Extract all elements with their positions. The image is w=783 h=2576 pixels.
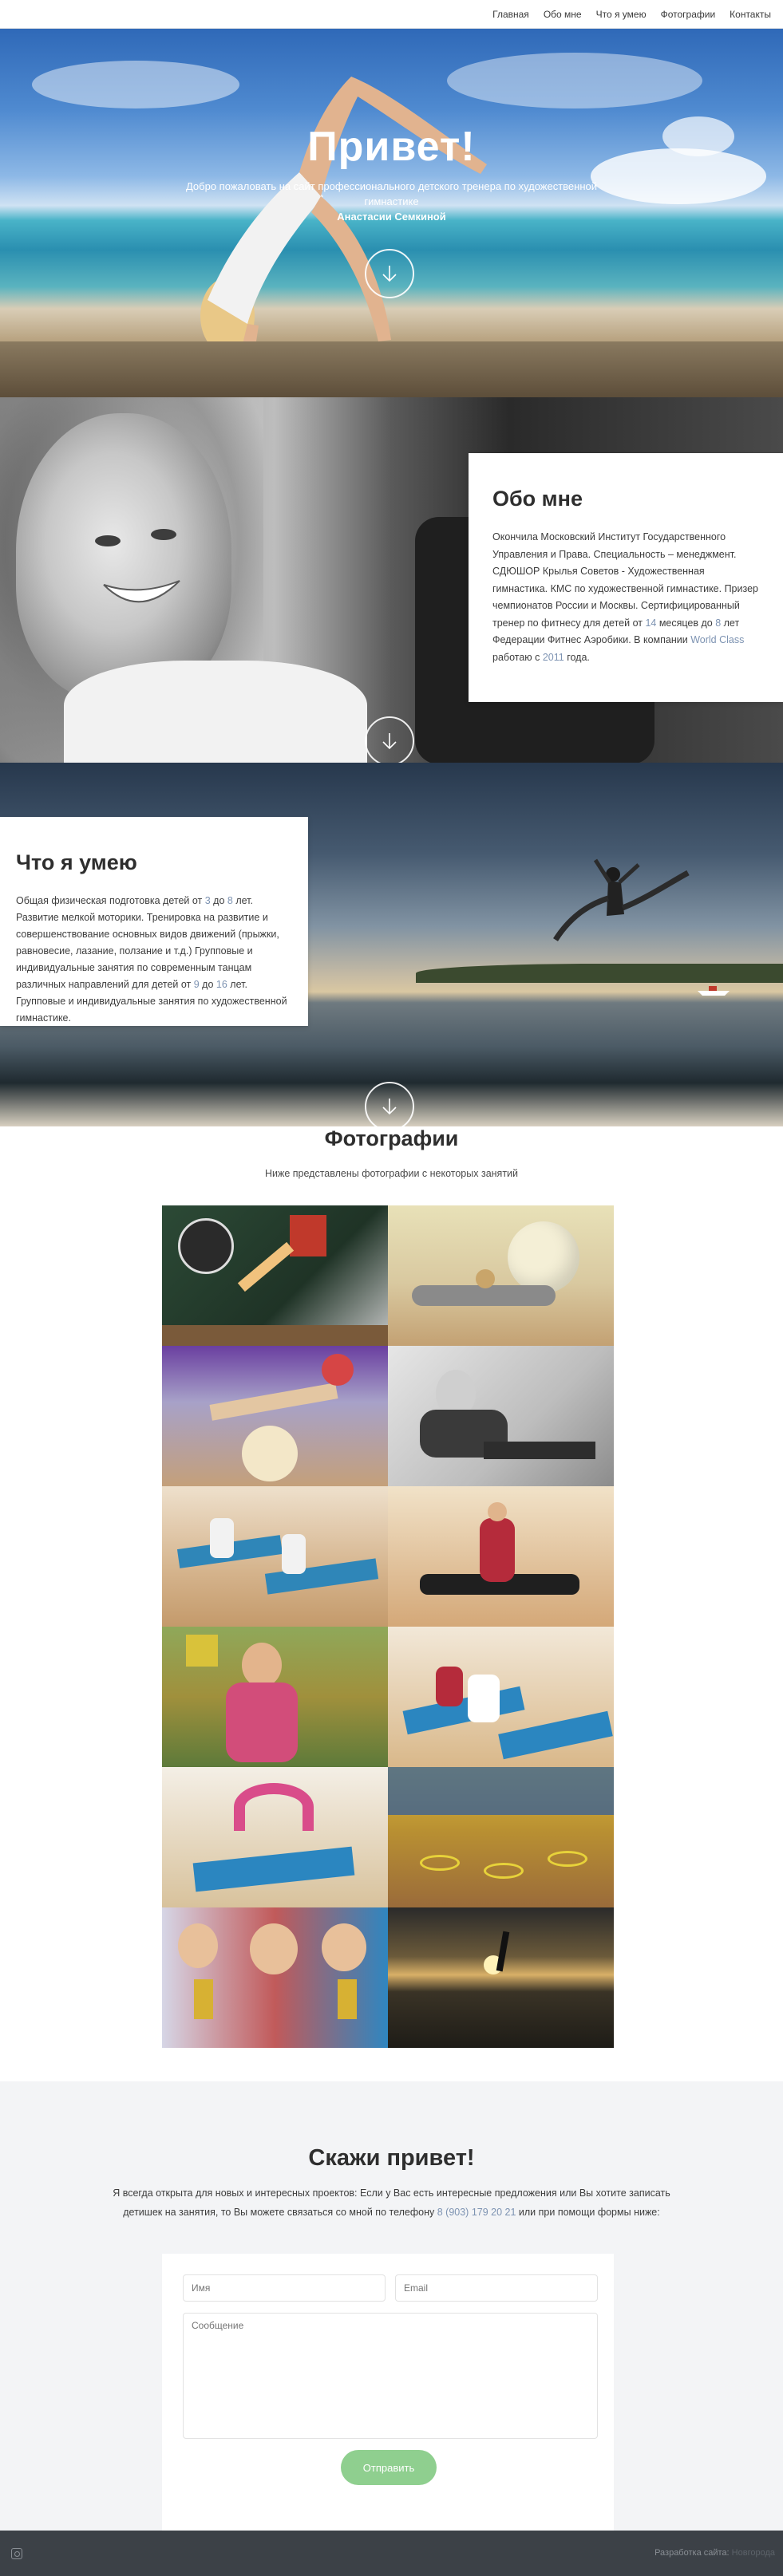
hero-trainer-name: Анастасии Семкиной [337, 211, 446, 223]
skills-title: Что я умею [16, 850, 137, 874]
photo-grid [162, 1205, 614, 2048]
photo-kids-mats[interactable] [162, 1486, 388, 1627]
name-field[interactable] [183, 2274, 386, 2302]
photo-kids-split-mats[interactable] [388, 1627, 614, 1767]
contact-phone[interactable]: 8 (903) 179 20 21 [437, 2207, 516, 2218]
contact-text: Я всегда открыта для новых и интересных … [113, 2187, 670, 2218]
about-smile [95, 529, 180, 603]
photo-trainer-sitting[interactable] [388, 1346, 614, 1486]
skills-boat [698, 986, 730, 996]
arrow-down-icon [382, 733, 397, 750]
skills-section: Что я умею Общая физическая подготовка д… [0, 763, 783, 1126]
arrow-down-icon [382, 1099, 397, 1115]
about-section: Обо мне Окончила Московский Институт Гос… [0, 397, 783, 763]
top-navbar: Главная Обо мне Что я умею Фотографии Ко… [0, 0, 783, 29]
scroll-down-button[interactable] [365, 1082, 414, 1126]
gallery-title: Фотографии [324, 1126, 459, 1150]
contact-section: Скажи привет! Я всегда открыта для новых… [0, 2081, 783, 2531]
hero-title: Привет! [307, 124, 476, 170]
photo-trophies[interactable] [162, 1907, 388, 2048]
arrow-down-icon [382, 266, 397, 282]
about-shirt [64, 661, 367, 763]
photo-trainer-kids[interactable] [162, 1627, 388, 1767]
photo-ball-stretch[interactable] [388, 1205, 614, 1346]
skills-card: Что я умею Общая физическая подготовка д… [0, 817, 308, 1026]
hero-section: Привет! Добро пожаловать на сайт професс… [0, 29, 783, 397]
hero-rocks [0, 341, 783, 397]
about-title: Обо мне [492, 487, 583, 511]
footer: Разработка сайта: Новгорода [0, 2531, 783, 2576]
nav-contacts[interactable]: Контакты [730, 9, 771, 20]
skills-text: Общая физическая подготовка детей от 3 д… [16, 895, 287, 1024]
send-button[interactable]: Отправить [341, 2450, 437, 2485]
scroll-down-button[interactable] [365, 249, 414, 298]
photo-sunset-reflection[interactable] [388, 1907, 614, 2048]
nav-about[interactable]: Обо мне [544, 9, 582, 20]
footer-developer-link[interactable]: Новгорода [732, 2548, 775, 2558]
skills-jumper-photo [553, 858, 690, 941]
email-field[interactable] [395, 2274, 598, 2302]
nav-skills[interactable]: Что я умею [596, 9, 647, 20]
photo-split-girl[interactable] [388, 1486, 614, 1627]
about-text: Окончила Московский Институт Государстве… [492, 531, 758, 663]
scroll-down-button[interactable] [365, 716, 414, 763]
contact-form: Отправить [162, 2254, 614, 2531]
photo-gymnast-cartwheel[interactable] [162, 1205, 388, 1346]
about-card: Обо мне Окончила Московский Институт Гос… [469, 453, 783, 702]
instagram-icon[interactable] [11, 2548, 22, 2559]
nav-links: Главная Обо мне Что я умею Фотографии Ко… [485, 0, 778, 29]
nav-home[interactable]: Главная [492, 9, 529, 20]
gallery-subtitle: Ниже представлены фотографии с некоторых… [264, 1168, 519, 1179]
photo-ball-balance[interactable] [162, 1346, 388, 1486]
footer-developer: Разработка сайта: Новгорода [654, 2548, 775, 2558]
photo-hoops-hall[interactable] [388, 1767, 614, 1907]
photo-bridge-pose[interactable] [162, 1767, 388, 1907]
contact-title: Скажи привет! [308, 2145, 475, 2171]
message-field[interactable] [183, 2313, 598, 2439]
nav-photos[interactable]: Фотографии [661, 9, 716, 20]
hero-subtitle: Добро пожаловать на сайт профессионально… [185, 180, 597, 207]
